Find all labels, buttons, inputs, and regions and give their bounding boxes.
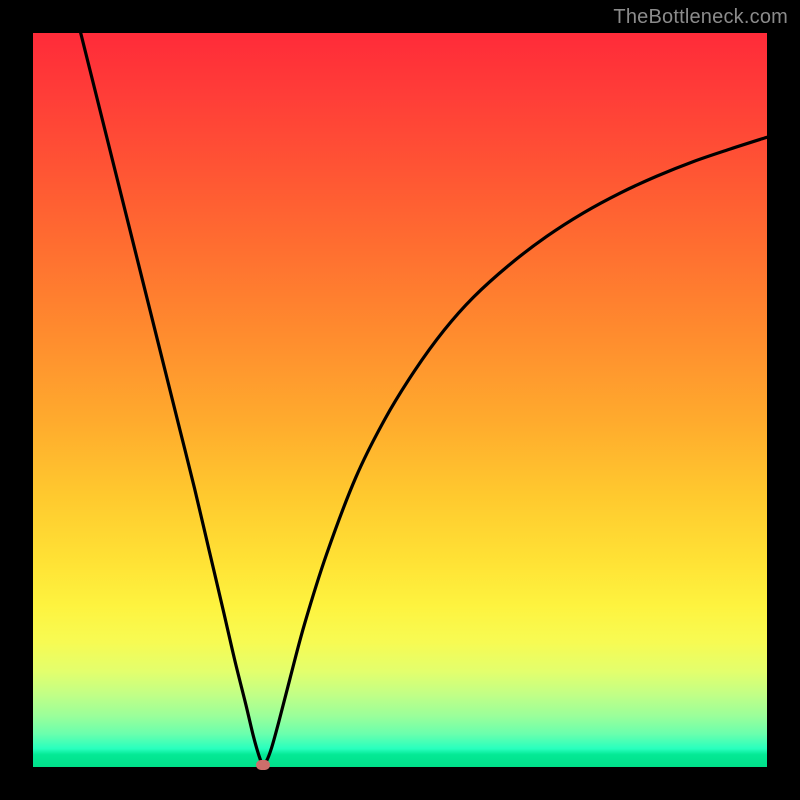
plot-area [33,33,767,767]
minimum-marker [256,760,270,770]
bottleneck-curve [33,33,767,767]
watermark-text: TheBottleneck.com [613,6,788,29]
